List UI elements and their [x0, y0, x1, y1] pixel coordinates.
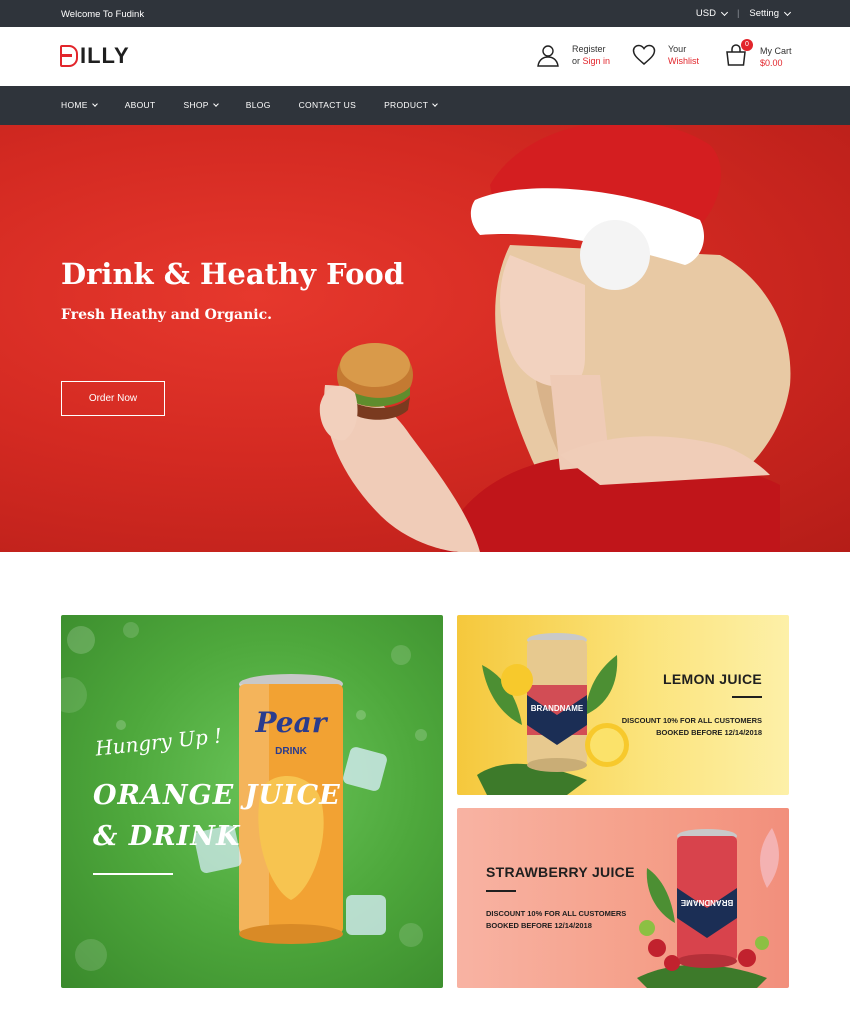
nav-item-blog[interactable]: BLOG [246, 100, 271, 110]
sign-in-link[interactable]: Sign in [583, 56, 611, 66]
nav-item-about[interactable]: ABOUT [125, 100, 156, 110]
strawberry-can-image: BRANDNAME [637, 828, 779, 988]
banner-lemon-juice[interactable]: BRANDNAME LEMON JUICE DISCOUNT 10% FOR A… [457, 615, 789, 795]
chevron-down-icon [91, 101, 98, 107]
banner-title: LEMON JUICE [663, 671, 762, 687]
can-sub: DRINK [275, 746, 307, 757]
can-brand: Pear [254, 706, 328, 739]
nav-label: SHOP [183, 100, 209, 110]
hero-title: Drink & Heathy Food [61, 257, 405, 291]
banner-title-line2: & DRINK [93, 821, 241, 852]
top-bar: Welcome To Fudink USD | Setting [0, 0, 850, 27]
banner-strawberry-juice[interactable]: BRANDNAME STRAWBERRY JUICE DISCOUNT 10% … [457, 808, 789, 988]
chevron-down-icon [720, 8, 728, 16]
discount-line2: BOOKED BEFORE 12/14/2018 [656, 728, 762, 737]
cart-link[interactable]: 0 My Cart $0.00 [724, 39, 792, 70]
welcome-text: Welcome To Fudink [61, 9, 145, 20]
discount-line1: DISCOUNT 10% FOR ALL CUSTOMERS [486, 909, 627, 918]
chevron-down-icon [783, 8, 792, 16]
account-text: Register or Sign in [572, 43, 610, 67]
logo-mark [60, 45, 78, 67]
banner-discount: DISCOUNT 10% FOR ALL CUSTOMERS BOOKED BE… [622, 715, 762, 739]
wishlist-link[interactable]: Your Wishlist [632, 43, 699, 67]
divider [732, 696, 762, 698]
wishlist-line2: Wishlist [668, 56, 699, 66]
logo[interactable]: ILLY [60, 43, 130, 69]
chevron-down-icon [432, 101, 439, 107]
site-header: ILLY Register or Sign in Your Wishlist 0 [0, 27, 850, 86]
banner-discount: DISCOUNT 10% FOR ALL CUSTOMERS BOOKED BE… [486, 908, 626, 932]
can-brand: BRANDNAME [531, 704, 584, 713]
order-now-button[interactable]: Order Now [61, 381, 165, 416]
topbar-right: USD | Setting [695, 8, 792, 19]
setting-dropdown[interactable]: Setting [749, 8, 792, 19]
wishlist-line1: Your [668, 44, 687, 54]
orange-can-image: Pear DRINK [239, 674, 387, 944]
nav-item-shop[interactable]: SHOP [183, 100, 219, 110]
lemon-can-image: BRANDNAME [477, 633, 629, 795]
divider [486, 890, 516, 892]
nav-label: HOME [61, 100, 88, 110]
discount-line1: DISCOUNT 10% FOR ALL CUSTOMERS [621, 716, 762, 725]
banner-orange-juice[interactable]: Pear DRINK Hungry Up ! ORANGE JUICE & DR… [61, 615, 443, 988]
cart-amount: $0.00 [760, 57, 783, 68]
nav-label: PRODUCT [384, 100, 429, 110]
setting-label: Setting [749, 8, 779, 19]
nav-item-contact[interactable]: CONTACT US [299, 100, 356, 110]
chevron-down-icon [212, 101, 219, 107]
nav-label: CONTACT US [298, 100, 357, 110]
divider: | [736, 8, 740, 19]
hero-subtitle: Fresh Heathy and Organic. [61, 307, 273, 323]
nav-label: ABOUT [124, 100, 156, 110]
banner-title: STRAWBERRY JUICE [486, 864, 635, 880]
can-brand: BRANDNAME [680, 898, 733, 907]
hero-slider: Drink & Heathy Food Fresh Heathy and Org… [0, 125, 850, 552]
register-link[interactable]: Register [572, 43, 610, 55]
nav-item-home[interactable]: HOME [61, 100, 98, 110]
wishlist-text: Your Wishlist [668, 43, 699, 67]
main-nav: HOME ABOUT SHOP BLOG CONTACT US PRODUCT [0, 86, 850, 125]
nav-label: BLOG [245, 100, 271, 110]
nav-item-product[interactable]: PRODUCT [384, 100, 439, 110]
cart-icon-wrap: 0 [724, 39, 753, 70]
divider [93, 873, 173, 875]
user-icon [537, 45, 559, 67]
discount-line2: BOOKED BEFORE 12/14/2018 [486, 921, 592, 930]
currency-dropdown[interactable]: USD [695, 8, 728, 19]
or-text: or [572, 56, 583, 66]
banner-title-line1: ORANGE JUICE [93, 780, 341, 811]
cart-count-badge: 0 [741, 39, 753, 51]
logo-text: ILLY [80, 43, 130, 68]
heart-icon [632, 44, 656, 65]
cart-text: My Cart $0.00 [760, 45, 792, 69]
cart-label: My Cart [760, 45, 792, 56]
account-link[interactable]: Register or Sign in [536, 43, 610, 67]
hero-woman-image [319, 125, 791, 552]
currency-label: USD [695, 8, 716, 19]
